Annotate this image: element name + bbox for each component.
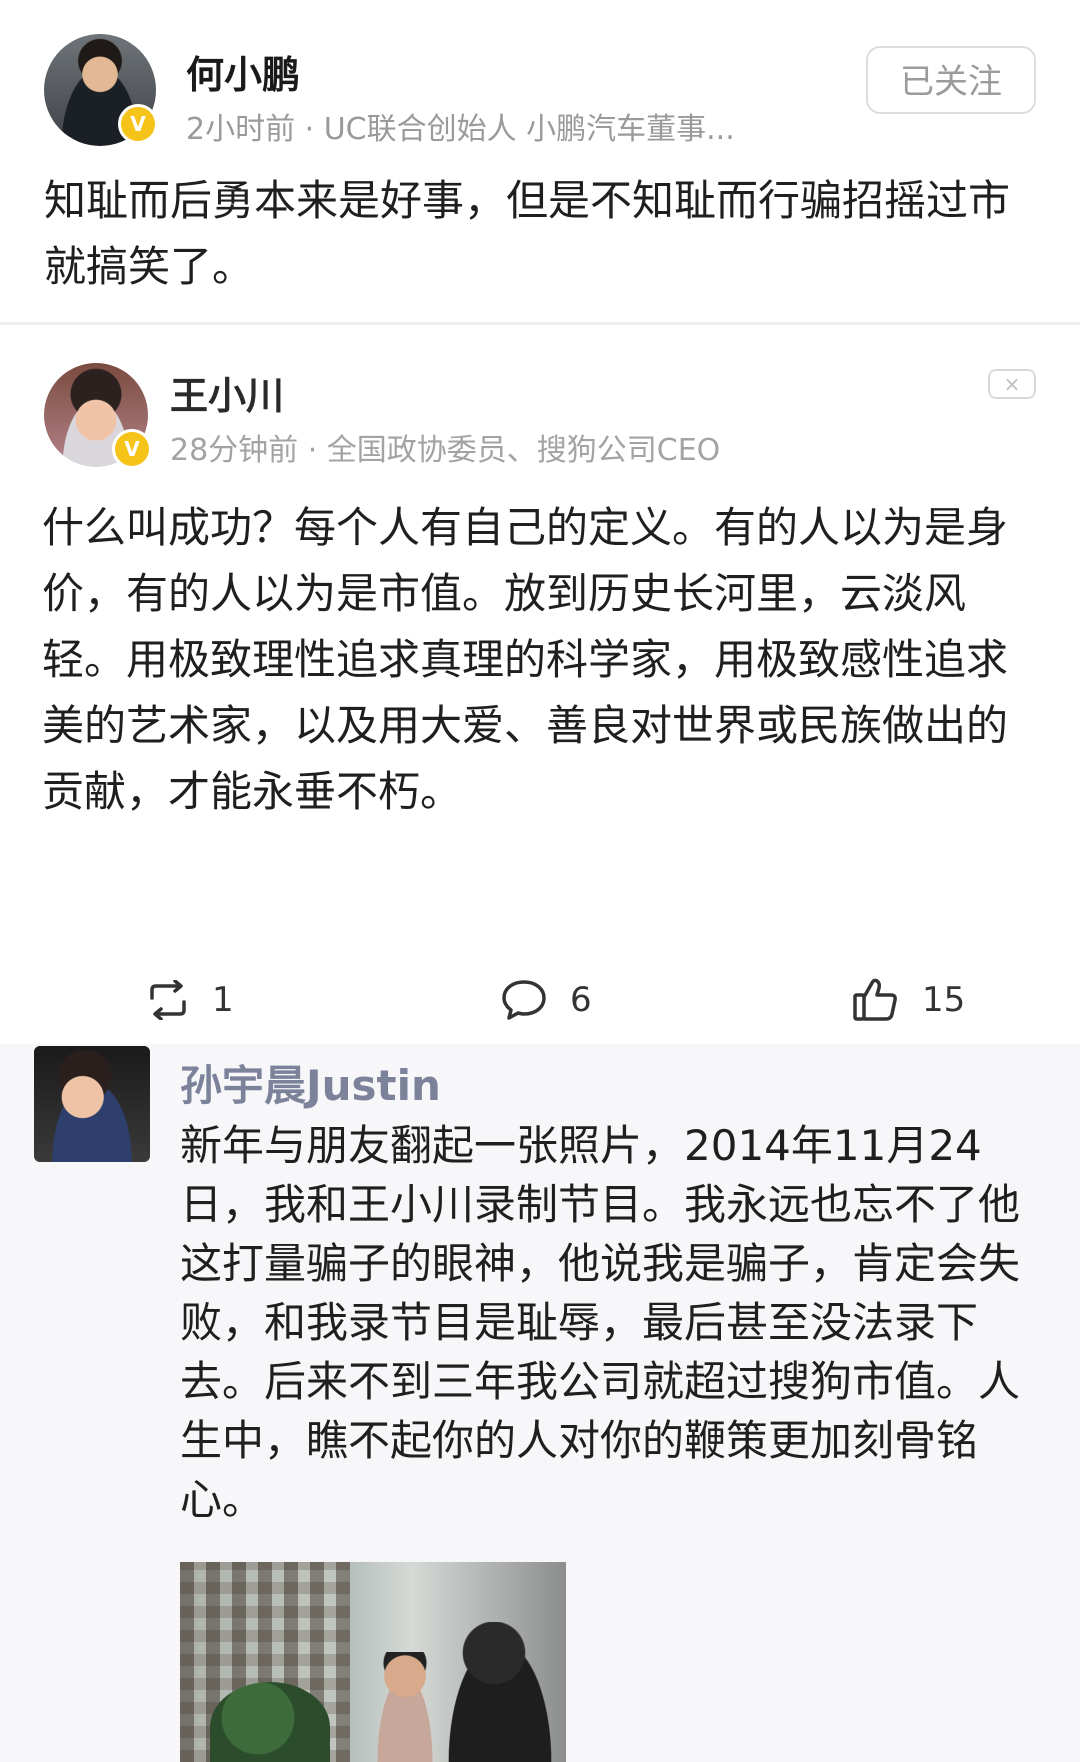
quoted-author-avatar[interactable]: V xyxy=(44,363,152,469)
comment-count: 6 xyxy=(570,980,592,1020)
reply-post: 孙宇晨Justin 新年与朋友翻起一张照片，2014年11月24日，我和王小川录… xyxy=(0,1044,1080,1762)
photo-person-left xyxy=(370,1652,440,1762)
close-icon[interactable]: × xyxy=(988,369,1036,399)
main-post: V 何小鹏 2小时前 · UC联合创始人 小鹏汽车董事... 已关注 知耻而后勇… xyxy=(0,0,1080,324)
author-name[interactable]: 何小鹏 xyxy=(186,44,300,99)
photo-plant xyxy=(210,1682,330,1762)
thumbs-up-icon xyxy=(853,978,897,1021)
repost-count: 1 xyxy=(212,980,234,1020)
quoted-post-card[interactable]: V 王小川 28分钟前 · 全国政协委员、搜狗公司CEO × 什么叫成功？每个人… xyxy=(0,324,1080,1045)
reply-author-name[interactable]: 孙宇晨Justin xyxy=(180,1052,441,1113)
quoted-post-meta: 28分钟前 · 全国政协委员、搜狗公司CEO xyxy=(170,433,721,468)
like-count: 15 xyxy=(922,980,966,1020)
quoted-author-name[interactable]: 王小川 xyxy=(170,365,284,420)
repost-button[interactable]: 1 xyxy=(146,965,234,1035)
like-button[interactable]: 15 xyxy=(852,965,965,1035)
action-bar: 1 6 15 xyxy=(0,965,1080,1035)
comment-button[interactable]: 6 xyxy=(500,965,592,1035)
photo-person-right xyxy=(440,1622,560,1762)
post-meta: 2小时前 · UC联合创始人 小鹏汽车董事... xyxy=(186,112,735,147)
author-avatar[interactable]: V xyxy=(44,34,158,146)
repost-icon xyxy=(150,980,186,1020)
comment-icon xyxy=(502,980,546,1020)
verified-badge-icon: V xyxy=(112,429,152,469)
quoted-post-text: 什么叫成功？每个人有自己的定义。有的人以为是身价，有的人以为是市值。放到历史长河… xyxy=(42,503,1009,816)
reply-text: 新年与朋友翻起一张照片，2014年11月24日，我和王小川录制节目。我永远也忘不… xyxy=(180,1121,1021,1524)
attached-photo[interactable] xyxy=(180,1562,566,1762)
verified-badge-icon: V xyxy=(118,104,158,144)
post-text: 知耻而后勇本来是好事，但是不知耻而行骗招摇过市就搞笑了。 xyxy=(44,176,1011,291)
follow-button[interactable]: 已关注 xyxy=(866,46,1036,114)
reply-author-avatar[interactable] xyxy=(34,1046,150,1162)
